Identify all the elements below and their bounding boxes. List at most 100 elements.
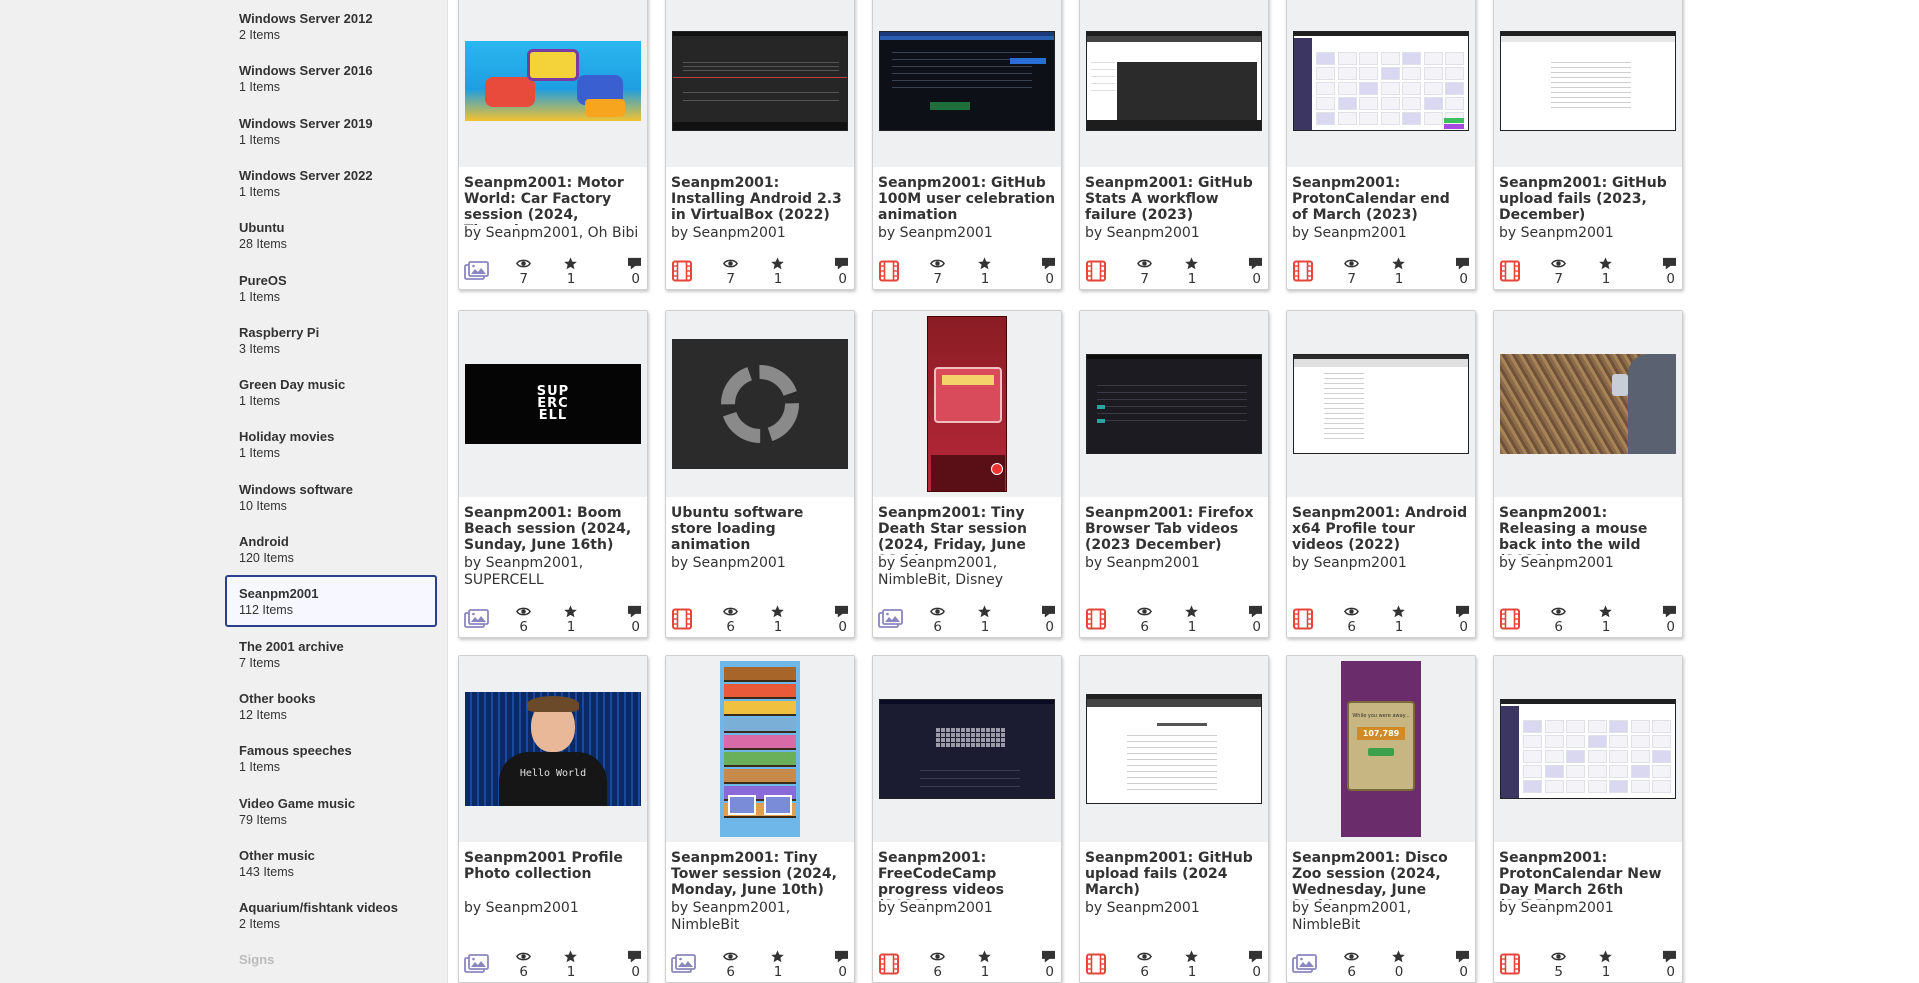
item-card[interactable]: Seanpm2001: GitHub upload fails (2024 Ma…: [1079, 655, 1269, 983]
star-icon: [1185, 257, 1199, 270]
sidebar-item-ubuntu[interactable]: Ubuntu 28 Items: [225, 209, 437, 261]
media-type: [878, 259, 914, 283]
sidebar-item-count: 1 Items: [239, 446, 280, 461]
item-card[interactable]: Seanpm2001: Installing Android 2.3 in Vi…: [665, 0, 855, 290]
sidebar-item-signs[interactable]: Signs: [225, 941, 437, 983]
item-title[interactable]: Seanpm2001: Android x64 Profile tour vid…: [1287, 497, 1475, 555]
item-thumbnail[interactable]: While you were away... 107,789: [1287, 656, 1475, 842]
image-icon: [464, 261, 489, 280]
sidebar-item-other-music[interactable]: Other music 143 Items: [225, 837, 437, 889]
item-thumbnail[interactable]: [1494, 656, 1682, 842]
item-title[interactable]: Seanpm2001: Installing Android 2.3 in Vi…: [666, 167, 854, 225]
eye-icon: [1344, 952, 1360, 961]
sidebar-item-windows-server-2016[interactable]: Windows Server 2016 1 Items: [225, 52, 437, 104]
item-title[interactable]: Seanpm2001: GitHub upload fails (2024 Ma…: [1080, 842, 1268, 900]
favorites-count: 1: [980, 619, 990, 635]
item-card[interactable]: Seanpm2001: Android x64 Profile tour vid…: [1286, 310, 1476, 638]
item-title[interactable]: Seanpm2001: Boom Beach session (2024, Su…: [459, 497, 647, 555]
views-count: 6: [1140, 619, 1149, 635]
comments-count: 0: [838, 964, 847, 980]
item-title[interactable]: Seanpm2001 Profile Photo collection: [459, 842, 647, 900]
sidebar-item-holiday-movies[interactable]: Holiday movies 1 Items: [225, 418, 437, 470]
sidebar-item-windows-server-2012[interactable]: Windows Server 2012 2 Items: [225, 0, 437, 52]
item-thumbnail[interactable]: [873, 311, 1061, 497]
item-thumbnail[interactable]: [1494, 311, 1682, 497]
item-title[interactable]: Seanpm2001: GitHub Stats A workflow fail…: [1080, 167, 1268, 225]
film-icon: [1293, 608, 1313, 630]
item-card[interactable]: Seanpm2001: ProtonCalendar New Day March…: [1493, 655, 1683, 983]
item-thumbnail[interactable]: [666, 311, 854, 497]
item-title[interactable]: Seanpm2001: FreeCodeCamp progress videos…: [873, 842, 1061, 900]
star-icon: [1185, 605, 1199, 618]
sidebar-item-android[interactable]: Android 120 Items: [225, 523, 437, 575]
sidebar-item-aquarium-fishtank-videos[interactable]: Aquarium/fishtank videos 2 Items: [225, 889, 437, 941]
sidebar-item-windows-server-2019[interactable]: Windows Server 2019 1 Items: [225, 105, 437, 157]
item-title[interactable]: Seanpm2001: ProtonCalendar end of March …: [1287, 167, 1475, 225]
eye-icon: [723, 952, 739, 961]
item-thumbnail[interactable]: [873, 0, 1061, 167]
sidebar-item-pureos[interactable]: PureOS 1 Items: [225, 262, 437, 314]
item-card[interactable]: Seanpm2001: Motor World: Car Factory ses…: [458, 0, 648, 290]
item-card[interactable]: Seanpm2001: Releasing a mouse back into …: [1493, 310, 1683, 638]
comments-stat: 0: [595, 950, 642, 980]
item-card[interactable]: Seanpm2001: GitHub Stats A workflow fail…: [1079, 0, 1269, 290]
comment-icon: [1662, 605, 1676, 618]
item-thumbnail[interactable]: [1287, 311, 1475, 497]
item-title[interactable]: Seanpm2001: ProtonCalendar New Day March…: [1494, 842, 1682, 900]
sidebar-item-raspberry-pi[interactable]: Raspberry Pi 3 Items: [225, 314, 437, 366]
item-card[interactable]: Seanpm2001: ProtonCalendar end of March …: [1286, 0, 1476, 290]
item-thumbnail[interactable]: [1287, 0, 1475, 167]
sidebar-item-green-day-music[interactable]: Green Day music 1 Items: [225, 366, 437, 418]
item-thumbnail[interactable]: [666, 656, 854, 842]
views-count: 6: [1347, 619, 1356, 635]
star-icon: [564, 605, 578, 618]
item-title[interactable]: Seanpm2001: Tiny Tower session (2024, Mo…: [666, 842, 854, 900]
sidebar-item-famous-speeches[interactable]: Famous speeches 1 Items: [225, 732, 437, 784]
item-thumbnail[interactable]: [873, 656, 1061, 842]
item-title[interactable]: Seanpm2001: Releasing a mouse back into …: [1494, 497, 1682, 555]
item-creator: by Seanpm2001, SUPERCELL: [464, 555, 584, 588]
sidebar-item-other-books[interactable]: Other books 12 Items: [225, 680, 437, 732]
item-creator: by Seanpm2001: [878, 225, 993, 241]
item-thumbnail[interactable]: [1080, 311, 1268, 497]
views-count: 6: [933, 964, 942, 980]
item-card[interactable]: Seanpm2001: Tiny Death Star session (202…: [872, 310, 1062, 638]
favorites-stat: 1: [1168, 950, 1215, 980]
item-title[interactable]: Seanpm2001: Tiny Death Star session (202…: [873, 497, 1061, 555]
item-card[interactable]: While you were away... 107,789 Seanpm2001:…: [1286, 655, 1476, 983]
item-thumbnail[interactable]: [1080, 656, 1268, 842]
item-card[interactable]: Hello World Seanpm2001 Profile Photo coll…: [458, 655, 648, 983]
item-card[interactable]: SUP ERC ELL Seanpm2001: Boom Beach sessio…: [458, 310, 648, 638]
item-thumbnail[interactable]: [459, 0, 647, 167]
favorites-stat: 1: [547, 605, 594, 635]
item-card[interactable]: Seanpm2001: GitHub 100M user celebration…: [872, 0, 1062, 290]
sidebar-item-the-2001-archive[interactable]: The 2001 archive 7 Items: [225, 628, 437, 680]
sidebar-item-seanpm2001[interactable]: Seanpm2001 112 Items: [225, 575, 437, 628]
item-card[interactable]: Ubuntu software store loading animation b…: [665, 310, 855, 638]
item-thumbnail[interactable]: [666, 0, 854, 167]
sidebar-item-video-game-music[interactable]: Video Game music 79 Items: [225, 785, 437, 837]
item-title[interactable]: Seanpm2001: GitHub 100M user celebration…: [873, 167, 1061, 225]
item-title[interactable]: Seanpm2001: GitHub upload fails (2023, D…: [1494, 167, 1682, 225]
eye-icon: [1551, 607, 1567, 616]
comments-count: 0: [1252, 964, 1261, 980]
comments-count: 0: [1459, 271, 1468, 287]
item-card[interactable]: Seanpm2001: FreeCodeCamp progress videos…: [872, 655, 1062, 983]
sidebar-item-windows-software[interactable]: Windows software 10 Items: [225, 471, 437, 523]
item-title[interactable]: Seanpm2001: Disco Zoo session (2024, Wed…: [1287, 842, 1475, 900]
film-icon: [1086, 260, 1106, 282]
sidebar-item-title: PureOS: [239, 272, 287, 288]
item-thumbnail[interactable]: [1494, 0, 1682, 167]
item-stats: 6 1 0: [459, 950, 647, 980]
item-title[interactable]: Seanpm2001: Firefox Browser Tab videos (…: [1080, 497, 1268, 555]
item-title[interactable]: Ubuntu software store loading animation: [666, 497, 854, 555]
favorites-stat: 1: [754, 605, 801, 635]
item-card[interactable]: Seanpm2001: GitHub upload fails (2023, D…: [1493, 0, 1683, 290]
item-thumbnail[interactable]: SUP ERC ELL: [459, 311, 647, 497]
item-thumbnail[interactable]: Hello World: [459, 656, 647, 842]
item-card[interactable]: Seanpm2001: Firefox Browser Tab videos (…: [1079, 310, 1269, 638]
item-title[interactable]: Seanpm2001: Motor World: Car Factory ses…: [459, 167, 647, 225]
item-thumbnail[interactable]: [1080, 0, 1268, 167]
item-card[interactable]: Seanpm2001: Tiny Tower session (2024, Mo…: [665, 655, 855, 983]
sidebar-item-windows-server-2022[interactable]: Windows Server 2022 1 Items: [225, 157, 437, 209]
